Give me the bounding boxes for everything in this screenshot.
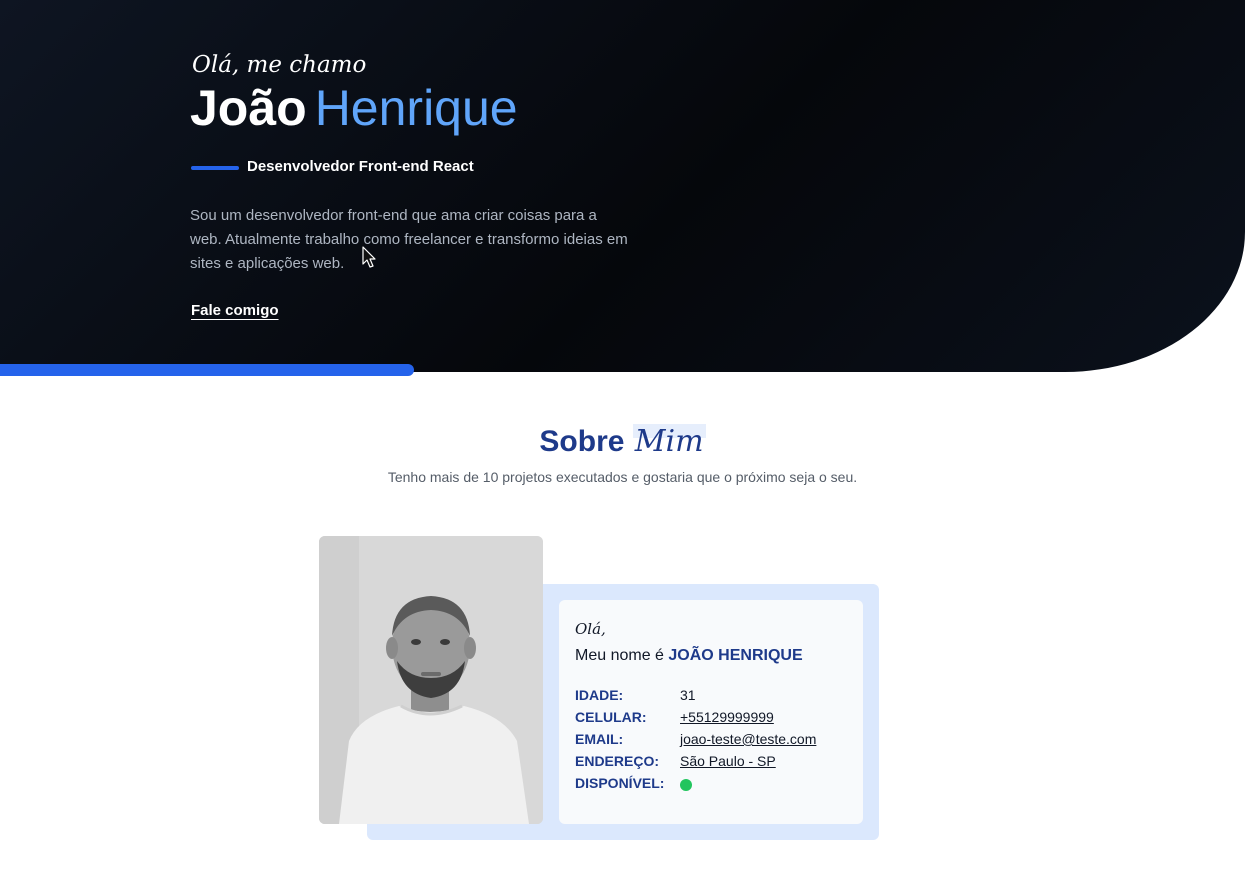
card-name-line: Meu nome é JOÃO HENRIQUE	[575, 647, 803, 665]
about-title: Sobre Mim	[0, 422, 1245, 462]
profile-info-card: Olá, Meu nome é JOÃO HENRIQUE IDADE: 31 …	[559, 600, 863, 824]
hero-description: Sou um desenvolvedor front-end que ama c…	[190, 207, 628, 272]
hero-progress-bar	[0, 364, 414, 376]
mouse-pointer-icon	[362, 246, 376, 268]
about-title-accent: Mim	[632, 424, 706, 459]
info-value-age: 31	[680, 687, 696, 703]
email-link[interactable]: joao-teste@teste.com	[680, 731, 816, 747]
about-subtitle: Tenho mais de 10 projetos executados e g…	[387, 469, 858, 485]
info-label-address: ENDEREÇO:	[575, 753, 660, 769]
profile-photo-illustration	[319, 536, 543, 824]
phone-link[interactable]: +55129999999	[680, 709, 774, 725]
hero-name: João Henrique	[190, 78, 518, 138]
card-name-highlight: JOÃO HENRIQUE	[668, 647, 803, 664]
hero-greeting: Olá, me chamo	[192, 52, 367, 78]
available-status-dot-icon	[680, 779, 692, 791]
hero-last-name: Henrique	[314, 80, 518, 136]
info-label-age: IDADE:	[575, 687, 624, 703]
card-greeting: Olá,	[575, 620, 606, 638]
about-title-main: Sobre	[539, 425, 625, 458]
hero-section: Olá, me chamo João Henrique Desenvolvedor…	[0, 0, 1245, 372]
role-divider	[191, 166, 239, 170]
hero-role: Desenvolvedor Front-end React	[247, 158, 474, 175]
page: Olá, me chamo João Henrique Desenvolvedor…	[0, 0, 1245, 874]
info-label-phone: CELULAR:	[575, 709, 647, 725]
card-name-prefix: Meu nome é	[575, 647, 664, 664]
info-label-email: EMAIL:	[575, 731, 624, 747]
profile-photo	[319, 536, 543, 824]
hero-first-name: João	[190, 80, 307, 136]
info-label-available: DISPONÍVEL:	[575, 775, 665, 791]
contact-link[interactable]: Fale comigo	[191, 302, 279, 319]
address-link[interactable]: São Paulo - SP	[680, 753, 776, 769]
